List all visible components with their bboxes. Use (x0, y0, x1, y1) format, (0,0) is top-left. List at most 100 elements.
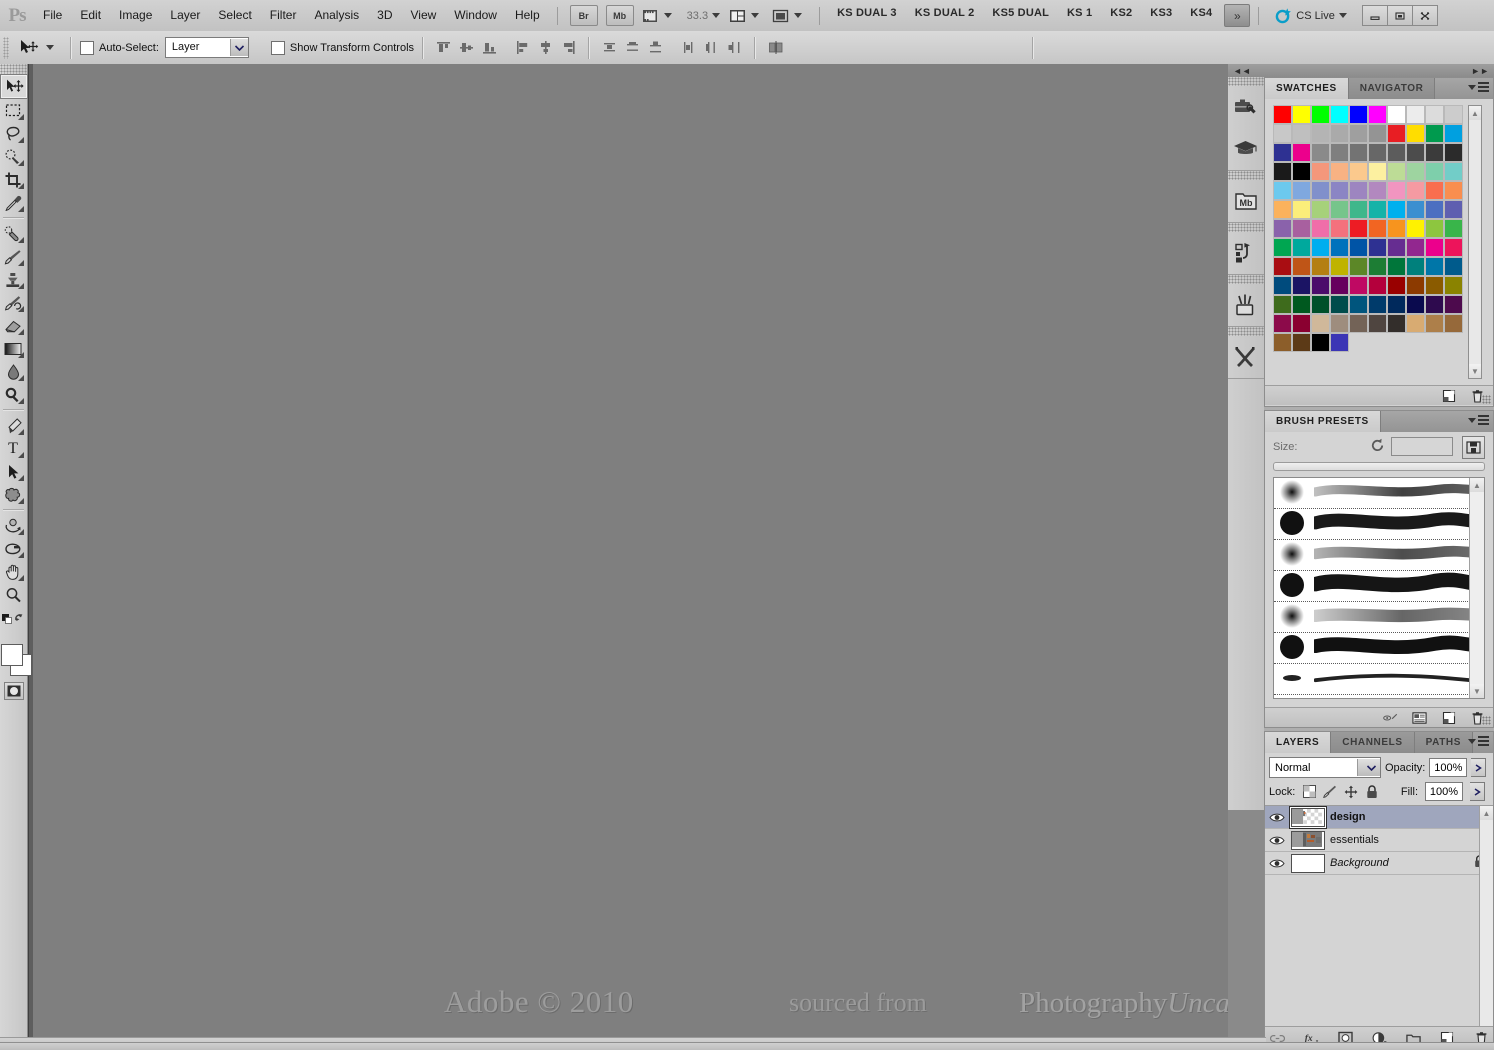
rail-button-mini-bridge[interactable]: Mb (1228, 180, 1263, 222)
swatch-39[interactable] (1444, 162, 1463, 181)
rail-drag-handle-5[interactable] (1228, 327, 1264, 336)
swatches-resize-grip[interactable] (1482, 395, 1491, 404)
swatch-54[interactable] (1349, 200, 1368, 219)
swatch-119[interactable] (1444, 314, 1463, 333)
swatch-28[interactable] (1425, 143, 1444, 162)
close-button[interactable] (1413, 5, 1438, 26)
toolbox-drag-handle[interactable] (0, 64, 27, 74)
swatch-46[interactable] (1387, 181, 1406, 200)
swatch-100[interactable] (1273, 295, 1292, 314)
layer-visibility-toggle[interactable] (1268, 855, 1286, 871)
opacity-input[interactable]: 100% (1429, 758, 1467, 777)
swatch-85[interactable] (1368, 257, 1387, 276)
workspace-ks5-dual[interactable]: KS5 DUAL (983, 3, 1058, 29)
rail-drag-handle-4[interactable] (1228, 275, 1264, 284)
swatch-88[interactable] (1425, 257, 1444, 276)
screen-mode-button[interactable] (727, 5, 766, 27)
launch-bridge-button[interactable]: Br (570, 5, 598, 26)
tool-preset-picker[interactable] (15, 36, 62, 60)
swatch-0[interactable] (1273, 105, 1292, 124)
swatch-15[interactable] (1368, 124, 1387, 143)
workspace-ks-1[interactable]: KS 1 (1058, 3, 1101, 29)
swatch-23[interactable] (1330, 143, 1349, 162)
swatch-56[interactable] (1387, 200, 1406, 219)
brush-list-scroll-up-button[interactable]: ▲ (1470, 478, 1484, 492)
tool-path-selection[interactable] (0, 460, 26, 483)
swatch-109[interactable] (1444, 295, 1463, 314)
swatch-16[interactable] (1387, 124, 1406, 143)
workspace-ks-dual-3[interactable]: KS DUAL 3 (828, 3, 906, 29)
menu-window[interactable]: Window (445, 0, 506, 31)
layer-thumbnail[interactable] (1291, 854, 1325, 873)
swatch-2[interactable] (1311, 105, 1330, 124)
rail-button-tool-presets[interactable] (1228, 86, 1263, 128)
tool-dodge[interactable] (0, 383, 26, 406)
distribute-horizontal-centers-button[interactable] (702, 38, 721, 57)
dock-collapse-bar[interactable]: ◄◄ ►► (1228, 64, 1494, 77)
auto-select-checkbox[interactable] (80, 41, 94, 55)
swatch-42[interactable] (1311, 181, 1330, 200)
swatch-107[interactable] (1406, 295, 1425, 314)
swatch-57[interactable] (1406, 200, 1425, 219)
swatch-7[interactable] (1406, 105, 1425, 124)
swatch-121[interactable] (1292, 333, 1311, 352)
fill-input[interactable]: 100% (1425, 782, 1463, 801)
save-brush-preset-button[interactable] (1462, 436, 1485, 459)
document-canvas-area[interactable]: Adobe © 2010 sourced from PhotographyUnc… (28, 64, 1228, 1038)
more-workspaces-button[interactable]: » (1224, 4, 1250, 27)
swatch-8[interactable] (1425, 105, 1444, 124)
swatch-62[interactable] (1311, 219, 1330, 238)
tab-brush-presets[interactable]: BRUSH PRESETS (1265, 411, 1381, 432)
align-right-edges-button[interactable] (559, 38, 578, 57)
swatch-17[interactable] (1406, 124, 1425, 143)
show-transform-controls-checkbox[interactable] (271, 41, 285, 55)
swatch-33[interactable] (1330, 162, 1349, 181)
distribute-left-edges-button[interactable] (679, 38, 698, 57)
swatch-102[interactable] (1311, 295, 1330, 314)
swatch-90[interactable] (1273, 276, 1292, 295)
fill-stepper[interactable] (1470, 782, 1485, 801)
layer-list[interactable]: design (1265, 805, 1493, 1026)
menu-file[interactable]: File (34, 0, 71, 31)
default-and-swap-colors[interactable] (0, 606, 26, 629)
align-vertical-centers-button[interactable] (457, 38, 476, 57)
swatch-10[interactable] (1273, 124, 1292, 143)
swatch-58[interactable] (1425, 200, 1444, 219)
tool-custom-shape[interactable] (0, 483, 26, 506)
swatch-101[interactable] (1292, 295, 1311, 314)
swatch-22[interactable] (1311, 143, 1330, 162)
tool-brush[interactable] (0, 245, 26, 268)
layer-visibility-toggle[interactable] (1268, 832, 1286, 848)
swatch-105[interactable] (1368, 295, 1387, 314)
swatch-27[interactable] (1406, 143, 1425, 162)
swatch-79[interactable] (1444, 238, 1463, 257)
brush-size-input[interactable] (1391, 437, 1453, 456)
swatch-36[interactable] (1387, 162, 1406, 181)
layer-thumbnail[interactable] (1291, 808, 1325, 827)
swatch-74[interactable] (1349, 238, 1368, 257)
swatch-69[interactable] (1444, 219, 1463, 238)
swatch-111[interactable] (1292, 314, 1311, 333)
auto-align-layers-button[interactable] (766, 38, 785, 57)
swatch-82[interactable] (1311, 257, 1330, 276)
swatch-45[interactable] (1368, 181, 1387, 200)
tool-clone-stamp[interactable] (0, 268, 26, 291)
swatch-5[interactable] (1368, 105, 1387, 124)
swatch-49[interactable] (1444, 181, 1463, 200)
rail-button-graduation[interactable] (1228, 128, 1263, 170)
swatch-21[interactable] (1292, 143, 1311, 162)
swatch-71[interactable] (1292, 238, 1311, 257)
menu-analysis[interactable]: Analysis (305, 0, 368, 31)
lock-image-pixels-button[interactable] (1323, 785, 1337, 799)
swatch-108[interactable] (1425, 295, 1444, 314)
opacity-stepper[interactable] (1471, 758, 1486, 777)
swatch-1[interactable] (1292, 105, 1311, 124)
distribute-vertical-centers-button[interactable] (623, 38, 642, 57)
tab-channels[interactable]: CHANNELS (1331, 732, 1414, 753)
rail-drag-handle-1[interactable] (1228, 77, 1264, 86)
swatch-94[interactable] (1349, 276, 1368, 295)
tool-3d-camera-rotate[interactable] (0, 537, 26, 560)
align-bottom-edges-button[interactable] (480, 38, 499, 57)
swatch-11[interactable] (1292, 124, 1311, 143)
collapse-left-icon[interactable]: ◄◄ (1233, 66, 1251, 76)
